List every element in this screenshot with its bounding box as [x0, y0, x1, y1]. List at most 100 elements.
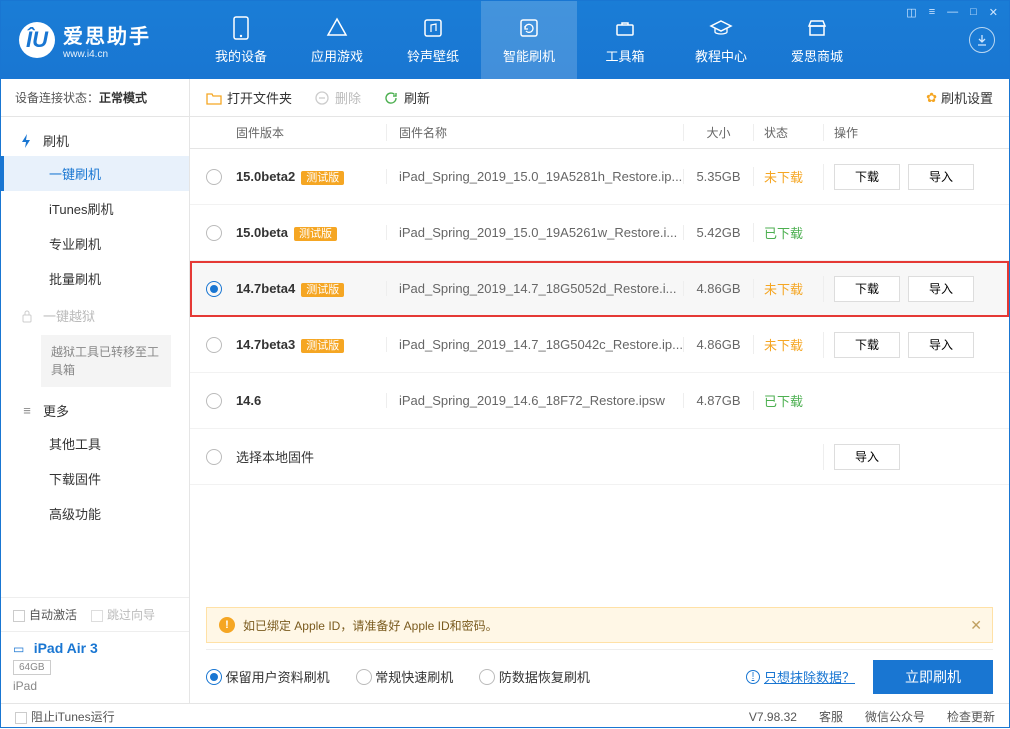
- firmware-size: 4.87GB: [683, 393, 753, 408]
- col-size: 大小: [683, 124, 753, 141]
- music-icon: [421, 16, 445, 40]
- auto-activate-checkbox[interactable]: 自动激活: [13, 606, 77, 623]
- delete-icon: [314, 90, 330, 106]
- device-icon: [229, 16, 253, 40]
- warning-text: 如已绑定 Apple ID，请准备好 Apple ID和密码。: [243, 617, 498, 634]
- close-icon[interactable]: ✕: [989, 6, 998, 19]
- logo-url: www.i4.cn: [63, 49, 151, 60]
- folder-icon: [206, 90, 222, 106]
- import-button[interactable]: 导入: [908, 332, 974, 358]
- sidebar-item-pro[interactable]: 专业刷机: [1, 226, 189, 261]
- header: ÎU 爱思助手 www.i4.cn 我的设备 应用游戏 铃声壁纸 智能刷机 工具…: [1, 1, 1009, 79]
- device-info[interactable]: ▭ iPad Air 3 64GB iPad: [1, 631, 189, 703]
- table-row-local[interactable]: 选择本地固件 导入: [190, 429, 1009, 485]
- download-icon: [969, 27, 995, 53]
- nav-store[interactable]: 爱思商城: [769, 1, 865, 79]
- erase-data-link[interactable]: !只想抹除数据？: [746, 667, 855, 686]
- sidebar-group-jailbreak: 一键越狱: [1, 296, 189, 331]
- firmware-status: 未下载: [753, 279, 823, 298]
- sidebar-options: 自动激活 跳过向导: [1, 598, 189, 631]
- table-row[interactable]: 14.6iPad_Spring_2019_14.6_18F72_Restore.…: [190, 373, 1009, 429]
- connection-status: 设备连接状态：正常模式: [1, 79, 189, 117]
- row-radio[interactable]: [206, 169, 222, 185]
- flash-options: 保留用户资料刷机 常规快速刷机 防数据恢复刷机 !只想抹除数据？ 立即刷机: [206, 649, 993, 703]
- sidebar-item-other[interactable]: 其他工具: [1, 426, 189, 461]
- table-row[interactable]: 15.0beta2测试版iPad_Spring_2019_15.0_19A528…: [190, 149, 1009, 205]
- firmware-name: iPad_Spring_2019_15.0_19A5281h_Restore.i…: [386, 169, 683, 184]
- download-button[interactable]: 下载: [834, 164, 900, 190]
- import-button[interactable]: 导入: [834, 444, 900, 470]
- table-row[interactable]: 14.7beta3测试版iPad_Spring_2019_14.7_18G504…: [190, 317, 1009, 373]
- firmware-version: 14.7beta3: [236, 337, 295, 352]
- nav-toolbox[interactable]: 工具箱: [577, 1, 673, 79]
- table-row[interactable]: 14.7beta4测试版iPad_Spring_2019_14.7_18G505…: [190, 261, 1009, 317]
- row-radio[interactable]: [206, 225, 222, 241]
- flash-opt-anti-recovery[interactable]: 防数据恢复刷机: [479, 667, 590, 686]
- top-nav: 我的设备 应用游戏 铃声壁纸 智能刷机 工具箱 教程中心 爱思商城: [193, 1, 954, 79]
- sidebar-group-more[interactable]: ≡ 更多: [1, 391, 189, 426]
- footer: 阻止iTunes运行 V7.98.32 客服 微信公众号 检查更新: [1, 703, 1009, 729]
- flash-opt-keep-data[interactable]: 保留用户资料刷机: [206, 667, 330, 686]
- warning-close-icon[interactable]: ✕: [970, 617, 982, 634]
- window-controls: ◫ ≡ — □ ✕: [906, 6, 998, 19]
- firmware-size: 5.42GB: [683, 225, 753, 240]
- firmware-table: 15.0beta2测试版iPad_Spring_2019_15.0_19A528…: [190, 149, 1009, 607]
- firmware-status: 未下载: [753, 335, 823, 354]
- firmware-status: 已下载: [753, 223, 823, 242]
- row-radio[interactable]: [206, 281, 222, 297]
- sidebar-item-batch[interactable]: 批量刷机: [1, 261, 189, 296]
- refresh-icon: [517, 16, 541, 40]
- firmware-name: iPad_Spring_2019_14.6_18F72_Restore.ipsw: [386, 393, 683, 408]
- logo-icon: ÎU: [19, 22, 55, 58]
- minimize-icon[interactable]: —: [947, 6, 958, 19]
- flash-now-button[interactable]: 立即刷机: [873, 660, 993, 694]
- nav-my-device[interactable]: 我的设备: [193, 1, 289, 79]
- logo[interactable]: ÎU 爱思助手 www.i4.cn: [1, 20, 193, 60]
- jailbreak-note: 越狱工具已转移至工具箱: [41, 335, 171, 387]
- download-button[interactable]: 下载: [834, 276, 900, 302]
- sidebar-group-flash[interactable]: 刷机: [1, 121, 189, 156]
- block-itunes-checkbox[interactable]: 阻止iTunes运行: [15, 708, 115, 725]
- footer-support[interactable]: 客服: [819, 708, 843, 725]
- local-firmware-label: 选择本地固件: [236, 447, 683, 466]
- open-folder-button[interactable]: 打开文件夹: [206, 88, 292, 107]
- delete-button[interactable]: 删除: [314, 88, 361, 107]
- col-status: 状态: [753, 124, 823, 141]
- main-panel: 打开文件夹 删除 刷新 ✿ 刷机设置 固件版本 固件名称 大小 状态 操作: [190, 79, 1009, 703]
- refresh-button[interactable]: 刷新: [383, 88, 430, 107]
- table-row[interactable]: 15.0beta测试版iPad_Spring_2019_15.0_19A5261…: [190, 205, 1009, 261]
- sidebar-item-advanced[interactable]: 高级功能: [1, 496, 189, 531]
- import-button[interactable]: 导入: [908, 276, 974, 302]
- sidebar-item-oneclick[interactable]: 一键刷机: [1, 156, 189, 191]
- firmware-status: 未下载: [753, 167, 823, 186]
- flash-icon: [19, 134, 35, 148]
- sidebar-item-itunes[interactable]: iTunes刷机: [1, 191, 189, 226]
- version-label: V7.98.32: [749, 710, 797, 724]
- nav-apps[interactable]: 应用游戏: [289, 1, 385, 79]
- nav-tutorials[interactable]: 教程中心: [673, 1, 769, 79]
- sidebar-item-download[interactable]: 下载固件: [1, 461, 189, 496]
- footer-wechat[interactable]: 微信公众号: [865, 708, 925, 725]
- skip-guide-checkbox[interactable]: 跳过向导: [91, 606, 155, 623]
- firmware-version: 15.0beta: [236, 225, 288, 240]
- footer-update[interactable]: 检查更新: [947, 708, 995, 725]
- col-version: 固件版本: [236, 124, 386, 141]
- maximize-icon[interactable]: □: [970, 6, 977, 19]
- download-manager[interactable]: [954, 27, 1009, 53]
- download-button[interactable]: 下载: [834, 332, 900, 358]
- nav-flash[interactable]: 智能刷机: [481, 1, 577, 79]
- nav-ringtones[interactable]: 铃声壁纸: [385, 1, 481, 79]
- flash-settings-button[interactable]: ✿ 刷机设置: [926, 88, 993, 107]
- toolbar: 打开文件夹 删除 刷新 ✿ 刷机设置: [190, 79, 1009, 117]
- skin-icon[interactable]: ◫: [906, 6, 916, 19]
- lock-icon: [19, 309, 35, 323]
- row-radio[interactable]: [206, 337, 222, 353]
- device-name: iPad Air 3: [34, 640, 98, 656]
- firmware-size: 4.86GB: [683, 337, 753, 352]
- firmware-name: iPad_Spring_2019_14.7_18G5052d_Restore.i…: [386, 281, 683, 296]
- menu-icon[interactable]: ≡: [929, 6, 935, 19]
- import-button[interactable]: 导入: [908, 164, 974, 190]
- row-radio[interactable]: [206, 393, 222, 409]
- row-radio[interactable]: [206, 449, 222, 465]
- flash-opt-normal[interactable]: 常规快速刷机: [356, 667, 454, 686]
